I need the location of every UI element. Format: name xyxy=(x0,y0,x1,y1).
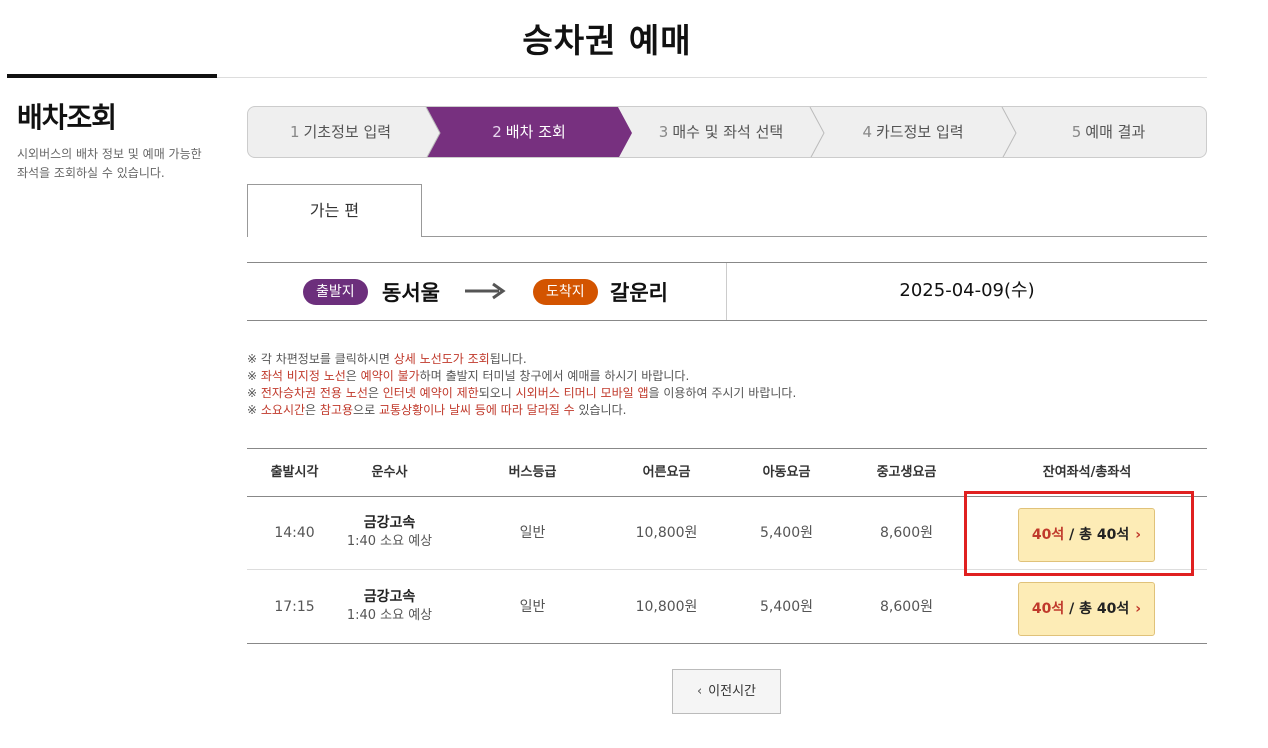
chevron-right-icon: › xyxy=(1135,601,1142,617)
notice-highlight: 인터넷 예약이 제한 xyxy=(382,386,479,400)
step-4-label: 카드정보 입력 xyxy=(875,123,964,141)
teen-fare: 8,600원 xyxy=(880,599,933,615)
sidebar-title: 배차조회 xyxy=(17,101,117,134)
duration: 1:40 소요 예상 xyxy=(346,534,433,549)
header-bus-grade: 버스등급 xyxy=(508,465,557,480)
notice-text: ※ xyxy=(247,369,261,383)
notice-highlight: 상세 노선도가 조회 xyxy=(393,352,490,366)
table-row[interactable]: 17:15 금강고속 1:40 소요 예상 일반 10,800원 5,400원 … xyxy=(247,571,1207,644)
duration: 1:40 소요 예상 xyxy=(346,608,433,623)
adult-fare: 10,800원 xyxy=(635,599,698,615)
notice-text: 으로 xyxy=(353,403,379,417)
departure-time: 14:40 xyxy=(274,525,315,541)
step-1: 1 기초정보 입력 xyxy=(248,107,433,157)
notice-highlight: 시외버스 티머니 모바일 앱 xyxy=(515,386,649,400)
header-child-fare: 아동요금 xyxy=(762,465,811,480)
notice-highlight: 교통상황이나 날씨 등에 따라 달라질 수 xyxy=(378,403,575,417)
child-fare: 5,400원 xyxy=(760,599,813,615)
adult-fare: 10,800원 xyxy=(635,525,698,541)
section-underline xyxy=(7,74,217,78)
chevron-left-icon: ‹ xyxy=(696,684,703,699)
step-1-label: 기초정보 입력 xyxy=(303,123,392,141)
notice-text: 은 xyxy=(345,369,361,383)
step-3-label: 매수 및 좌석 선택 xyxy=(672,123,784,141)
header-divider xyxy=(217,77,1207,78)
step-3-number: 3 xyxy=(658,123,669,141)
arrival-place: 갈운리 xyxy=(610,281,668,305)
header-teen-fare: 중고생요금 xyxy=(876,465,937,480)
step-2-number: 2 xyxy=(492,123,502,141)
arrival-badge: 도착지 xyxy=(533,279,598,305)
step-1-number: 1 xyxy=(289,123,300,141)
notice-text: 은 xyxy=(305,403,320,417)
bus-grade: 일반 xyxy=(519,525,546,541)
notice-text: 을 이용하여 주시기 바랍니다. xyxy=(648,386,797,400)
header-departure-time: 출발시각 xyxy=(270,465,319,480)
step-4-number: 4 xyxy=(862,123,872,141)
notice-text: 하며 출발지 터미널 창구에서 예매를 하시기 바랍니다. xyxy=(419,369,690,383)
notice-highlight: 전자승차권 전용 노선 xyxy=(260,386,368,400)
notice-highlight: 예약이 불가 xyxy=(360,369,420,383)
notice-highlight: 좌석 비지정 노선 xyxy=(260,369,346,383)
travel-date: 2025-04-09(수) xyxy=(899,280,1035,301)
notice-text: 됩니다. xyxy=(489,352,527,366)
step-2-label: 배차 조회 xyxy=(505,123,566,141)
header-seats: 잔여좌석/총좌석 xyxy=(1042,465,1132,480)
notice-text: ※ 각 차편정보를 클릭하시면 xyxy=(247,352,394,366)
total-seats: / 총 40석 xyxy=(1064,601,1130,617)
company-cell: 금강고속 1:40 소요 예상 xyxy=(342,514,437,552)
bus-grade: 일반 xyxy=(519,599,546,615)
tab-divider xyxy=(421,236,1207,237)
step-2: 2 배차 조회 xyxy=(433,107,625,157)
route-summary: 출발지 동서울 도착지 갈운리 2025-04-09(수) xyxy=(247,262,1207,321)
step-5-label: 예매 결과 xyxy=(1085,123,1146,141)
right-arrow-icon xyxy=(465,282,506,300)
page-title: 승차권 예매 xyxy=(522,21,692,60)
notice-text: 있습니다. xyxy=(574,403,627,417)
step-5-number: 5 xyxy=(1071,123,1082,141)
notice-list: ※ 각 차편정보를 클릭하시면 상세 노선도가 조회됩니다. ※ 좌석 비지정 … xyxy=(247,351,796,419)
departure-time: 17:15 xyxy=(274,599,315,615)
departure-place: 동서울 xyxy=(382,281,440,305)
notice-highlight: 소요시간 xyxy=(260,403,306,417)
step-progress-bar: 1 기초정보 입력 2 배차 조회 3 매수 및 좌석 선택 4 카드정보 입력 5 예매… xyxy=(247,106,1207,158)
highlight-annotation xyxy=(964,491,1194,576)
remaining-seats: 40석 xyxy=(1031,601,1065,617)
step-5: 5 예매 결과 xyxy=(1009,107,1206,157)
sidebar-description: 시외버스의 배차 정보 및 예매 가능한 좌석을 조회하실 수 있습니다. xyxy=(17,147,202,180)
previous-time-label: 이전시간 xyxy=(708,684,757,699)
company-name: 금강고속 xyxy=(363,515,416,531)
notice-item: ※ 소요시간은 참고용으로 교통상황이나 날씨 등에 따라 달라질 수 있습니다… xyxy=(247,402,796,419)
child-fare: 5,400원 xyxy=(760,525,813,541)
notice-text: 은 xyxy=(367,386,383,400)
schedule-table-header: 출발시각 운수사 버스등급 어른요금 아동요금 중고생요금 잔여좌석/총좌석 xyxy=(247,448,1207,497)
notice-item: ※ 좌석 비지정 노선은 예약이 불가하며 출발지 터미널 창구에서 예매를 하… xyxy=(247,368,796,385)
step-4: 4 카드정보 입력 xyxy=(817,107,1009,157)
tab-outbound[interactable]: 가는 편 xyxy=(247,184,422,237)
notice-item: ※ 각 차편정보를 클릭하시면 상세 노선도가 조회됩니다. xyxy=(247,351,796,368)
header-adult-fare: 어른요금 xyxy=(642,465,691,480)
departure-badge: 출발지 xyxy=(303,279,368,305)
notice-item: ※ 전자승차권 전용 노선은 인터넷 예약이 제한되오니 시외버스 티머니 모바… xyxy=(247,385,796,402)
header-company: 운수사 xyxy=(371,465,408,480)
seat-select-button[interactable]: 40석 / 총 40석 › xyxy=(1018,582,1155,636)
previous-time-button[interactable]: ‹ 이전시간 xyxy=(672,669,781,714)
notice-text: ※ xyxy=(247,403,261,417)
teen-fare: 8,600원 xyxy=(880,525,933,541)
company-name: 금강고속 xyxy=(363,589,416,605)
step-3: 3 매수 및 좌석 선택 xyxy=(625,107,817,157)
company-cell: 금강고속 1:40 소요 예상 xyxy=(342,588,437,626)
notice-text: 되오니 xyxy=(478,386,516,400)
notice-highlight: 참고용 xyxy=(319,403,354,417)
notice-text: ※ xyxy=(247,386,261,400)
